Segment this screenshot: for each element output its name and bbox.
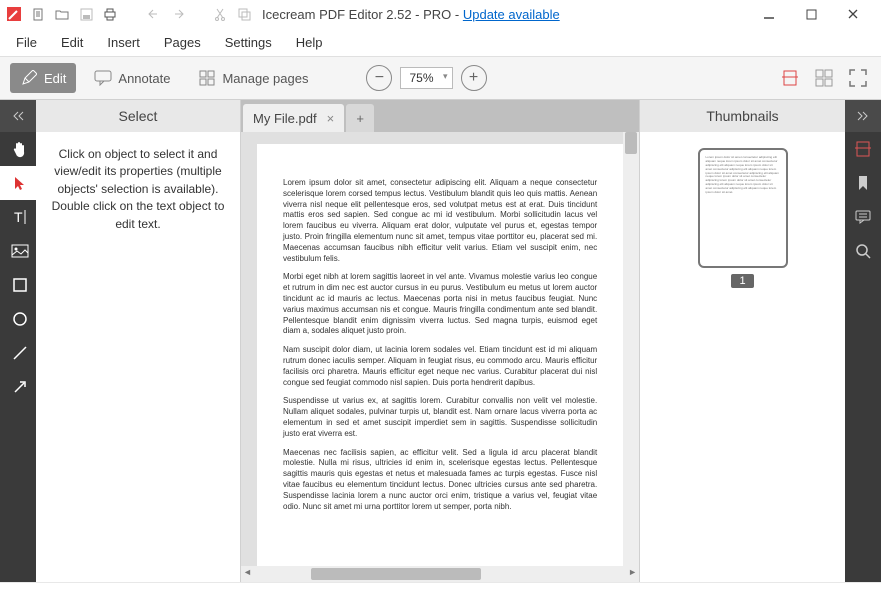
copy-icon[interactable] bbox=[236, 6, 252, 22]
collapse-left-button[interactable] bbox=[0, 100, 36, 132]
thumbnail-page[interactable]: Lorem ipsum dolor sit amet consectetur a… bbox=[698, 148, 788, 268]
manage-pages-button[interactable]: Manage pages bbox=[188, 63, 318, 93]
select-panel: Select Click on object to select it and … bbox=[36, 100, 241, 582]
print-icon[interactable] bbox=[102, 6, 118, 22]
menu-file[interactable]: File bbox=[6, 31, 47, 54]
update-link[interactable]: Update available bbox=[463, 7, 560, 22]
single-page-view-button[interactable] bbox=[777, 65, 803, 91]
redo-icon[interactable] bbox=[170, 6, 186, 22]
svg-text:T: T bbox=[14, 209, 23, 225]
menu-insert[interactable]: Insert bbox=[97, 31, 150, 54]
open-file-icon[interactable] bbox=[54, 6, 70, 22]
document-tab[interactable]: My File.pdf × bbox=[243, 104, 344, 132]
thumbnails-title: Thumbnails bbox=[640, 100, 845, 132]
status-bar bbox=[0, 582, 881, 600]
arrow-tool-button[interactable] bbox=[0, 370, 36, 404]
menu-bar: File Edit Insert Pages Settings Help bbox=[0, 28, 881, 56]
right-tool-strip bbox=[845, 100, 881, 582]
hand-tool-button[interactable] bbox=[0, 132, 36, 166]
main-toolbar: Edit Annotate Manage pages − 75% + bbox=[0, 56, 881, 100]
bookmark-button[interactable] bbox=[845, 166, 881, 200]
document-viewport[interactable]: Lorem ipsum dolor sit amet, consectetur … bbox=[241, 132, 639, 566]
thumbnail-page-number: 1 bbox=[731, 274, 753, 288]
new-file-icon[interactable] bbox=[30, 6, 46, 22]
collapse-right-button[interactable] bbox=[845, 100, 881, 132]
close-button[interactable] bbox=[839, 4, 867, 24]
menu-edit[interactable]: Edit bbox=[51, 31, 93, 54]
paragraph: Morbi eget nibh at lorem sagittis laoree… bbox=[283, 272, 597, 337]
paragraph: Nam suscipit dolor diam, ut lacinia lore… bbox=[283, 345, 597, 388]
tab-close-icon[interactable]: × bbox=[327, 111, 335, 126]
window-title: Icecream PDF Editor 2.52 - PRO - Update … bbox=[262, 7, 560, 22]
paragraph: Maecenas nec facilisis sapien, ac effici… bbox=[283, 448, 597, 513]
undo-icon[interactable] bbox=[146, 6, 162, 22]
zoom-out-button[interactable]: − bbox=[366, 65, 392, 91]
circle-tool-button[interactable] bbox=[0, 302, 36, 336]
thumbnails-panel: Thumbnails Lorem ipsum dolor sit amet co… bbox=[639, 100, 845, 582]
menu-help[interactable]: Help bbox=[286, 31, 333, 54]
search-button[interactable] bbox=[845, 234, 881, 268]
comments-button[interactable] bbox=[845, 200, 881, 234]
vertical-scrollbar[interactable] bbox=[623, 132, 639, 566]
grid-view-button[interactable] bbox=[811, 65, 837, 91]
tab-bar: My File.pdf × + bbox=[241, 100, 639, 132]
grid-icon bbox=[198, 69, 216, 87]
line-tool-button[interactable] bbox=[0, 336, 36, 370]
paragraph: Lorem ipsum dolor sit amet, consectetur … bbox=[283, 178, 597, 264]
pencil-icon bbox=[20, 69, 38, 87]
zoom-in-button[interactable]: + bbox=[461, 65, 487, 91]
tab-label: My File.pdf bbox=[253, 111, 317, 126]
fullscreen-button[interactable] bbox=[845, 65, 871, 91]
menu-settings[interactable]: Settings bbox=[215, 31, 282, 54]
app-logo-icon bbox=[6, 6, 22, 22]
edit-mode-button[interactable]: Edit bbox=[10, 63, 76, 93]
maximize-button[interactable] bbox=[797, 4, 825, 24]
annotate-button[interactable]: Annotate bbox=[84, 63, 180, 93]
document-area: My File.pdf × + Lorem ipsum dolor sit am… bbox=[241, 100, 639, 582]
paragraph: Suspendisse ut varius ex, at sagittis lo… bbox=[283, 396, 597, 439]
annotate-icon bbox=[94, 69, 112, 87]
manage-pages-label: Manage pages bbox=[222, 71, 308, 86]
add-tab-button[interactable]: + bbox=[346, 104, 374, 132]
cut-icon[interactable] bbox=[212, 6, 228, 22]
minimize-button[interactable] bbox=[755, 4, 783, 24]
title-bar: Icecream PDF Editor 2.52 - PRO - Update … bbox=[0, 0, 881, 28]
edit-label: Edit bbox=[44, 71, 66, 86]
image-tool-button[interactable] bbox=[0, 234, 36, 268]
horizontal-scrollbar[interactable] bbox=[241, 566, 639, 582]
layout-button[interactable] bbox=[845, 132, 881, 166]
text-tool-button[interactable]: T bbox=[0, 200, 36, 234]
save-icon[interactable] bbox=[78, 6, 94, 22]
select-tool-button[interactable] bbox=[0, 166, 36, 200]
menu-pages[interactable]: Pages bbox=[154, 31, 211, 54]
select-panel-title: Select bbox=[36, 100, 240, 132]
zoom-select[interactable]: 75% bbox=[400, 67, 452, 89]
annotate-label: Annotate bbox=[118, 71, 170, 86]
left-tool-strip: T bbox=[0, 100, 36, 582]
select-panel-body: Click on object to select it and view/ed… bbox=[36, 132, 240, 247]
page-canvas[interactable]: Lorem ipsum dolor sit amet, consectetur … bbox=[257, 144, 623, 566]
rectangle-tool-button[interactable] bbox=[0, 268, 36, 302]
